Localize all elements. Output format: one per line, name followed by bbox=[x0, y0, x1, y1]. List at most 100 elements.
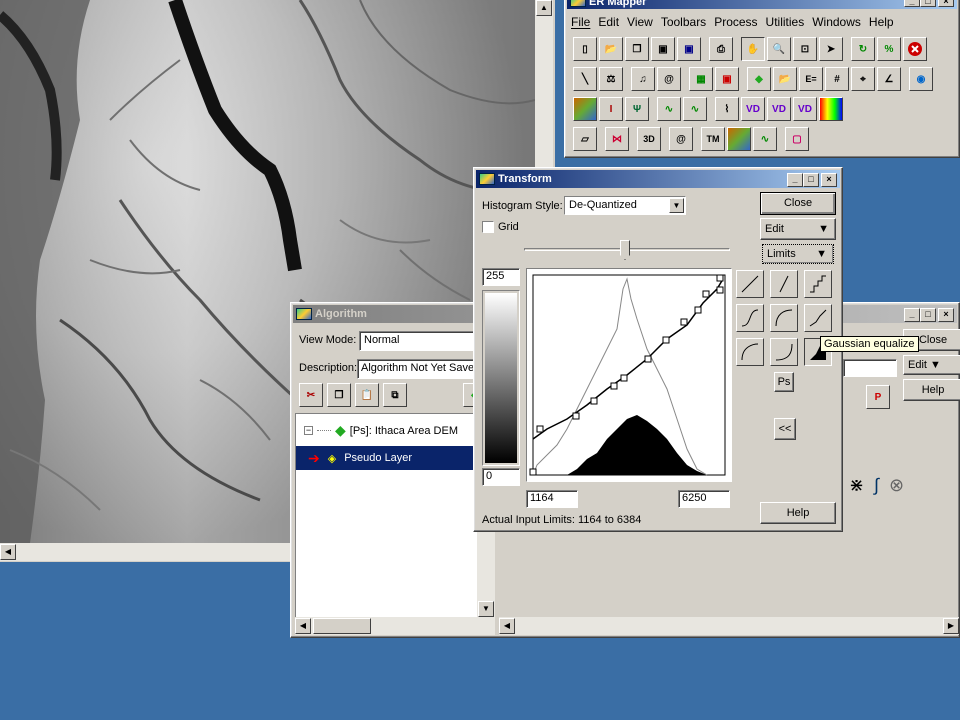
transform-edit-button[interactable]: Edit ▼ bbox=[760, 218, 836, 240]
network-icon[interactable]: ⋇ bbox=[849, 475, 864, 496]
cross-grid-icon[interactable]: ⊗ bbox=[889, 475, 904, 496]
tree-hscroll[interactable]: ◀ bbox=[295, 617, 495, 635]
ps-button[interactable]: Ps bbox=[774, 372, 794, 392]
save-icon[interactable]: ▣ bbox=[651, 37, 675, 61]
view-mode-select[interactable]: Normal bbox=[359, 331, 489, 351]
linear-shape-icon[interactable] bbox=[736, 270, 764, 298]
zoom-box-icon[interactable]: ⊡ bbox=[793, 37, 817, 61]
new-file-icon[interactable]: ▯ bbox=[573, 37, 597, 61]
signal-icon[interactable]: ∿ bbox=[753, 127, 777, 151]
output-max-field[interactable]: 255 bbox=[482, 268, 520, 286]
transform-graph[interactable] bbox=[526, 268, 732, 482]
tree-scroll-down[interactable]: ▼ bbox=[478, 601, 494, 617]
inverse-curve-icon[interactable] bbox=[770, 338, 798, 366]
algorithm-maximize-button[interactable]: □ bbox=[920, 308, 936, 322]
slider-thumb[interactable] bbox=[620, 240, 630, 260]
info-icon[interactable]: I bbox=[599, 97, 623, 121]
balance-icon[interactable]: ⚖ bbox=[599, 67, 623, 91]
open-folder-icon[interactable]: 📂 bbox=[599, 37, 623, 61]
frame-icon[interactable]: ▢ bbox=[785, 127, 809, 151]
s-curve-icon[interactable] bbox=[736, 304, 764, 332]
vd-icon-1[interactable]: VD bbox=[741, 97, 765, 121]
refresh-icon[interactable]: ↻ bbox=[851, 37, 875, 61]
zoom-icon[interactable]: 🔍 bbox=[767, 37, 791, 61]
polygon-icon[interactable]: ▱ bbox=[573, 127, 597, 151]
algorithm-scroll-left[interactable]: ◀ bbox=[499, 618, 515, 634]
cut-icon[interactable]: ✂ bbox=[299, 383, 323, 407]
menu-file[interactable]: File bbox=[571, 15, 590, 29]
algorithm-help-button[interactable]: Help bbox=[903, 379, 960, 401]
swirl-icon[interactable]: @ bbox=[669, 127, 693, 151]
scroll-left-arrow[interactable]: ◀ bbox=[0, 544, 16, 560]
input-min-field[interactable]: 1164 bbox=[526, 490, 578, 508]
tree-node-dataset[interactable]: − ◆ [Ps]: Ithaca Area DEM bbox=[304, 422, 458, 439]
algorithm-field-right[interactable] bbox=[843, 359, 897, 377]
minimize-button[interactable]: _ bbox=[904, 0, 920, 7]
hist-equalize-icon[interactable] bbox=[804, 304, 832, 332]
collapse-button[interactable]: << bbox=[774, 418, 796, 440]
bowtie-icon[interactable]: ⋈ bbox=[605, 127, 629, 151]
dropdown-arrow-icon[interactable]: ▼ bbox=[669, 198, 684, 213]
open-layer-icon[interactable]: 📂 bbox=[773, 67, 797, 91]
formula-icon[interactable]: E= bbox=[799, 67, 823, 91]
menu-windows[interactable]: Windows bbox=[812, 15, 861, 29]
dataset-icon[interactable]: ▦ bbox=[689, 67, 713, 91]
tree-collapse-icon[interactable]: − bbox=[304, 426, 313, 435]
tm-icon[interactable]: TM bbox=[701, 127, 725, 151]
output-min-field[interactable]: 0 bbox=[482, 468, 520, 486]
transform-limits-button[interactable]: Limits ▼ bbox=[762, 244, 834, 264]
music-icon[interactable]: ♫ bbox=[631, 67, 655, 91]
percent-icon[interactable]: % bbox=[877, 37, 901, 61]
curve-tool-icon[interactable]: ∫ bbox=[874, 475, 879, 496]
grid-icon[interactable]: # bbox=[825, 67, 849, 91]
stop-icon[interactable] bbox=[903, 37, 927, 61]
terrain-icon[interactable] bbox=[727, 127, 751, 151]
transform-close-x[interactable]: × bbox=[821, 173, 837, 187]
grid-checkbox[interactable] bbox=[482, 221, 494, 233]
maximize-button[interactable]: □ bbox=[920, 0, 936, 7]
transform-maximize-button[interactable]: □ bbox=[803, 173, 819, 187]
pdf-icon[interactable]: P bbox=[866, 385, 890, 409]
red-box-icon[interactable]: ▣ bbox=[715, 67, 739, 91]
graph-icon[interactable]: ⌇ bbox=[715, 97, 739, 121]
algorithm-hscroll[interactable]: ◀ ▶ bbox=[499, 617, 959, 635]
curve-icon[interactable]: ∠ bbox=[877, 67, 901, 91]
transform-close-button[interactable]: Close bbox=[760, 192, 836, 215]
step-shape-icon[interactable] bbox=[804, 270, 832, 298]
crosshair-icon[interactable]: ⌖ bbox=[851, 67, 875, 91]
wave-icon-1[interactable]: ∿ bbox=[657, 97, 681, 121]
palette-icon[interactable] bbox=[819, 97, 843, 121]
algorithm-scroll-right[interactable]: ▶ bbox=[943, 618, 959, 634]
scroll-up-arrow[interactable]: ▲ bbox=[536, 0, 552, 16]
colorful-map-icon[interactable] bbox=[573, 97, 597, 121]
hand-pan-icon[interactable]: ✋ bbox=[741, 37, 765, 61]
algorithm-close-x[interactable]: × bbox=[938, 308, 954, 322]
save-as-icon[interactable]: ▣ bbox=[677, 37, 701, 61]
transform-help-button[interactable]: Help bbox=[760, 502, 836, 524]
copy-icon[interactable]: ❐ bbox=[327, 383, 351, 407]
menu-utilities[interactable]: Utilities bbox=[766, 15, 805, 29]
input-max-field[interactable]: 6250 bbox=[678, 490, 730, 508]
menu-edit[interactable]: Edit bbox=[598, 15, 619, 29]
algorithm-edit-button[interactable]: Edit ▼ bbox=[903, 355, 960, 375]
algorithm-minimize-button[interactable]: _ bbox=[904, 308, 920, 322]
histogram-style-select[interactable]: De-Quantized ▼ bbox=[564, 196, 686, 215]
menu-process[interactable]: Process bbox=[714, 15, 757, 29]
tree-node-pseudo-layer[interactable]: ➔ ◈ Pseudo Layer bbox=[296, 446, 492, 470]
menu-help[interactable]: Help bbox=[869, 15, 894, 29]
menu-toolbars[interactable]: Toolbars bbox=[661, 15, 706, 29]
copy-window-icon[interactable]: ❐ bbox=[625, 37, 649, 61]
tree-scroll-thumb[interactable] bbox=[313, 618, 371, 634]
tree-scroll-left[interactable]: ◀ bbox=[295, 618, 311, 634]
transform-minimize-button[interactable]: _ bbox=[787, 173, 803, 187]
wave-icon-2[interactable]: ∿ bbox=[683, 97, 707, 121]
description-field[interactable]: Algorithm Not Yet Saved bbox=[357, 359, 487, 379]
print-icon[interactable]: ⎙ bbox=[709, 37, 733, 61]
log-curve-icon[interactable] bbox=[770, 304, 798, 332]
line-tool-icon[interactable]: ╲ bbox=[573, 67, 597, 91]
exp-curve-icon[interactable] bbox=[736, 338, 764, 366]
stats-icon[interactable]: Ψ bbox=[625, 97, 649, 121]
menu-view[interactable]: View bbox=[627, 15, 653, 29]
layers-icon[interactable]: ◆ bbox=[747, 67, 771, 91]
vd-icon-3[interactable]: VD bbox=[793, 97, 817, 121]
